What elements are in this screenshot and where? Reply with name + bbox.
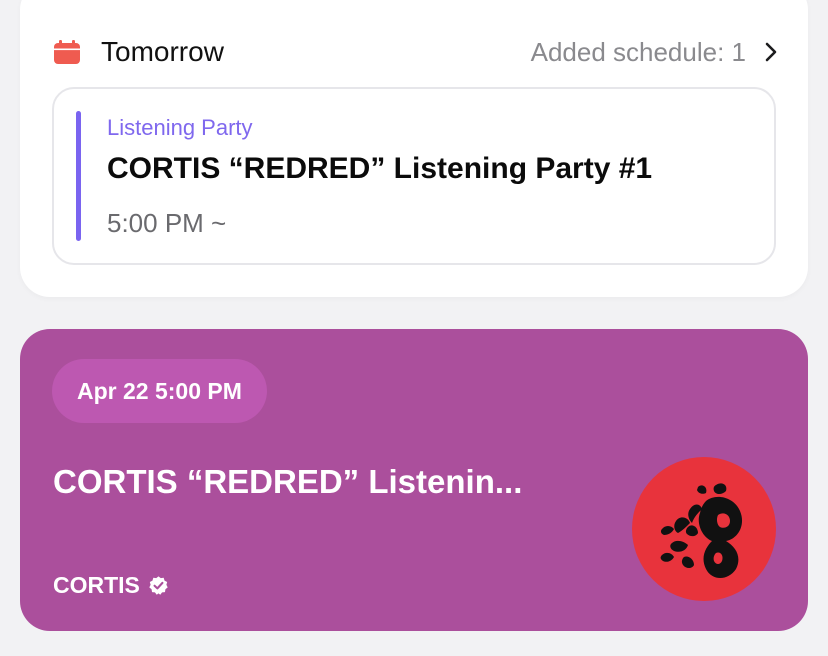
added-schedule-count: Added schedule: 1 [530, 36, 746, 67]
artist-avatar[interactable] [632, 457, 776, 601]
verified-badge-icon [149, 576, 168, 595]
artist-name: CORTIS [53, 572, 140, 598]
event-accent-bar [76, 111, 81, 241]
added-schedule-link[interactable]: Added schedule: 1 [531, 37, 778, 68]
artist-row[interactable]: CORTIS [53, 572, 169, 599]
event-time: 5:00 PM ~ [107, 208, 227, 238]
event-title: CORTIS “REDRED” Listening Party #1 [107, 152, 653, 185]
artist-logo-icon [660, 483, 743, 578]
chevron-right-icon [765, 42, 777, 62]
listening-party-card[interactable]: Apr 22 5:00 PM CORTIS “REDRED” Listenin.… [20, 329, 808, 631]
event-item[interactable]: Listening Party CORTIS “REDRED” Listenin… [52, 87, 776, 265]
schedule-card: Tomorrow Added schedule: 1 Listening Par… [20, 0, 808, 297]
promo-title: CORTIS “REDRED” Listenin... [53, 463, 523, 500]
event-date-badge: Apr 22 5:00 PM [52, 359, 267, 423]
day-header[interactable]: Tomorrow Added schedule: 1 [54, 36, 778, 68]
day-label: Tomorrow [101, 36, 224, 67]
event-category: Listening Party [107, 115, 253, 140]
calendar-icon [54, 40, 80, 64]
